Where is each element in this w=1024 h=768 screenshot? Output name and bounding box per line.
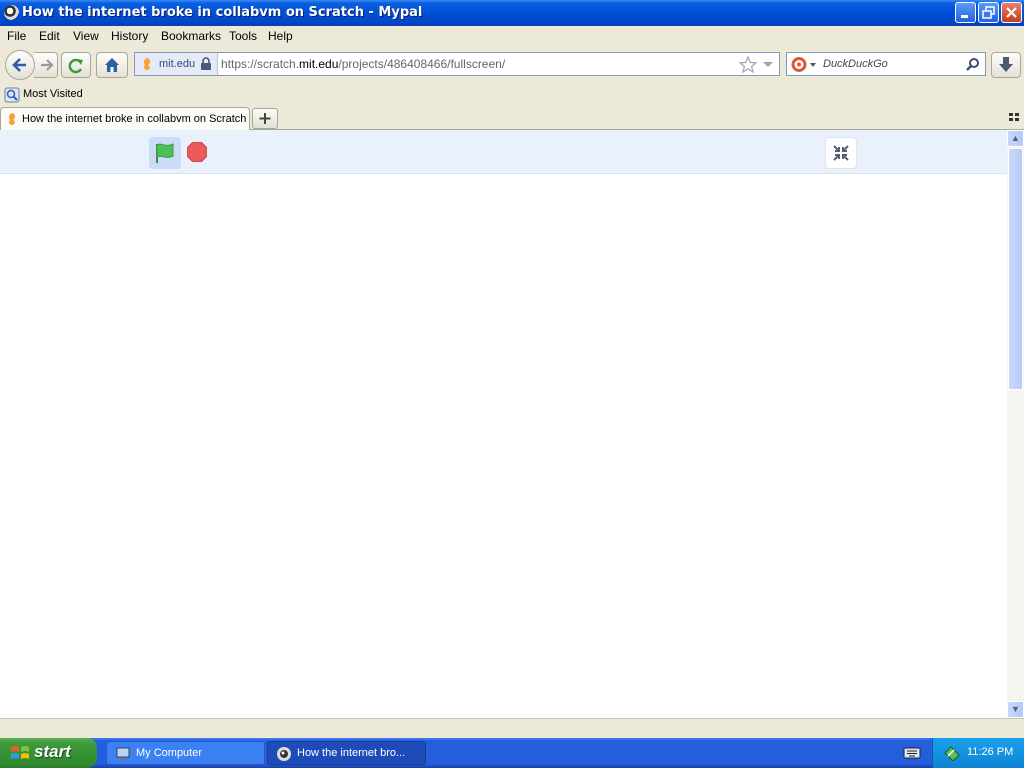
most-visited-icon (4, 87, 20, 103)
tab-label: How the internet broke in collabvm on Sc… (22, 113, 247, 125)
status-bar (0, 718, 1024, 738)
green-flag-button[interactable] (149, 137, 181, 169)
search-icon[interactable] (965, 57, 981, 73)
page-content[interactable] (0, 130, 1007, 718)
my-computer-icon (116, 747, 130, 760)
windows-taskbar: start My Computer How the internet bro..… (0, 738, 1024, 768)
minimize-icon (961, 15, 968, 18)
duckduckgo-engine-icon[interactable] (791, 56, 819, 73)
download-arrow-icon (999, 57, 1013, 72)
scratch-controls-bar (0, 130, 1007, 174)
back-button[interactable] (5, 50, 35, 80)
start-button[interactable]: start (0, 738, 97, 768)
taskbar-item-my-computer[interactable]: My Computer (106, 741, 265, 765)
url-dropdown-icon[interactable] (762, 61, 774, 69)
mypal-app-icon[interactable] (4, 5, 19, 20)
vertical-scrollbar[interactable]: ▲ ▼ (1007, 130, 1024, 718)
reload-icon (68, 58, 83, 74)
new-tab-button[interactable] (252, 108, 278, 129)
restore-button[interactable] (978, 2, 999, 23)
system-tray: 11:26 PM (932, 738, 1024, 768)
most-visited-label: Most Visited (23, 88, 83, 100)
green-flag-icon (156, 143, 174, 163)
exit-fullscreen-icon (833, 145, 849, 161)
network-tray-icon[interactable] (943, 745, 961, 761)
most-visited-folder[interactable]: Most Visited (3, 86, 113, 104)
menu-file[interactable]: File (7, 29, 26, 43)
home-button[interactable] (96, 52, 128, 78)
navigation-toolbar: mit.edu https://scratch.mit.edu/projects… (0, 46, 1024, 84)
menu-bar: File Edit View History Bookmarks Tools H… (0, 26, 1024, 46)
reload-button[interactable] (61, 52, 91, 78)
taskbar-item-label: My Computer (136, 747, 203, 759)
bookmarks-toolbar: Most Visited (0, 84, 1024, 106)
clock[interactable]: 11:26 PM (967, 746, 1013, 758)
menu-history[interactable]: History (111, 29, 148, 43)
start-label: start (34, 742, 71, 761)
taskbar-item-label: How the internet bro... (297, 747, 406, 759)
search-input[interactable]: DuckDuckGo (823, 58, 888, 70)
exit-fullscreen-button[interactable] (825, 137, 857, 169)
downloads-button[interactable] (991, 52, 1021, 78)
lock-icon (201, 57, 211, 70)
url-scheme: https://scratch. (221, 57, 300, 71)
home-icon (105, 58, 119, 72)
keyboard-language-icon[interactable] (903, 746, 921, 760)
scratch-favicon-icon (143, 58, 151, 70)
restore-icon (982, 6, 995, 19)
forward-arrow-icon (40, 59, 54, 71)
site-identity-label: mit.edu (159, 58, 196, 70)
minimize-button[interactable] (955, 2, 976, 23)
scroll-down-arrow-icon[interactable]: ▼ (1007, 701, 1024, 718)
tab-scratch-project[interactable]: How the internet broke in collabvm on Sc… (0, 107, 250, 130)
menu-edit[interactable]: Edit (39, 29, 60, 43)
url-bar[interactable]: mit.edu https://scratch.mit.edu/projects… (134, 52, 780, 76)
menu-bookmarks[interactable]: Bookmarks (161, 29, 221, 43)
windows-logo-icon (11, 746, 29, 759)
mypal-taskbar-icon (277, 747, 291, 761)
url-text[interactable]: https://scratch.mit.edu/projects/4864084… (221, 57, 505, 71)
url-host: mit.edu (299, 57, 339, 71)
bookmark-star-icon[interactable] (739, 56, 757, 73)
menu-tools[interactable]: Tools (229, 29, 257, 43)
menu-help[interactable]: Help (268, 29, 293, 43)
close-icon (1006, 7, 1017, 18)
url-path: /projects/486408466/fullscreen/ (338, 57, 506, 71)
menu-view[interactable]: View (73, 29, 99, 43)
back-arrow-icon (12, 58, 26, 72)
scrollbar-thumb[interactable] (1008, 148, 1023, 390)
scratch-tab-favicon-icon (8, 113, 16, 125)
window-title: How the internet broke in collabvm on Sc… (22, 5, 423, 20)
tab-list-icon[interactable] (1008, 111, 1020, 123)
stop-sign-button[interactable] (187, 142, 207, 162)
tab-strip: How the internet broke in collabvm on Sc… (0, 106, 1024, 130)
forward-button[interactable] (34, 52, 58, 78)
scroll-up-arrow-icon[interactable]: ▲ (1007, 130, 1024, 147)
plus-icon (259, 113, 271, 124)
search-bar[interactable]: DuckDuckGo (786, 52, 986, 76)
title-bar[interactable]: How the internet broke in collabvm on Sc… (0, 0, 1024, 26)
close-button[interactable] (1001, 2, 1022, 23)
site-identity-button[interactable]: mit.edu (135, 53, 218, 75)
taskbar-item-browser[interactable]: How the internet bro... (267, 741, 426, 765)
